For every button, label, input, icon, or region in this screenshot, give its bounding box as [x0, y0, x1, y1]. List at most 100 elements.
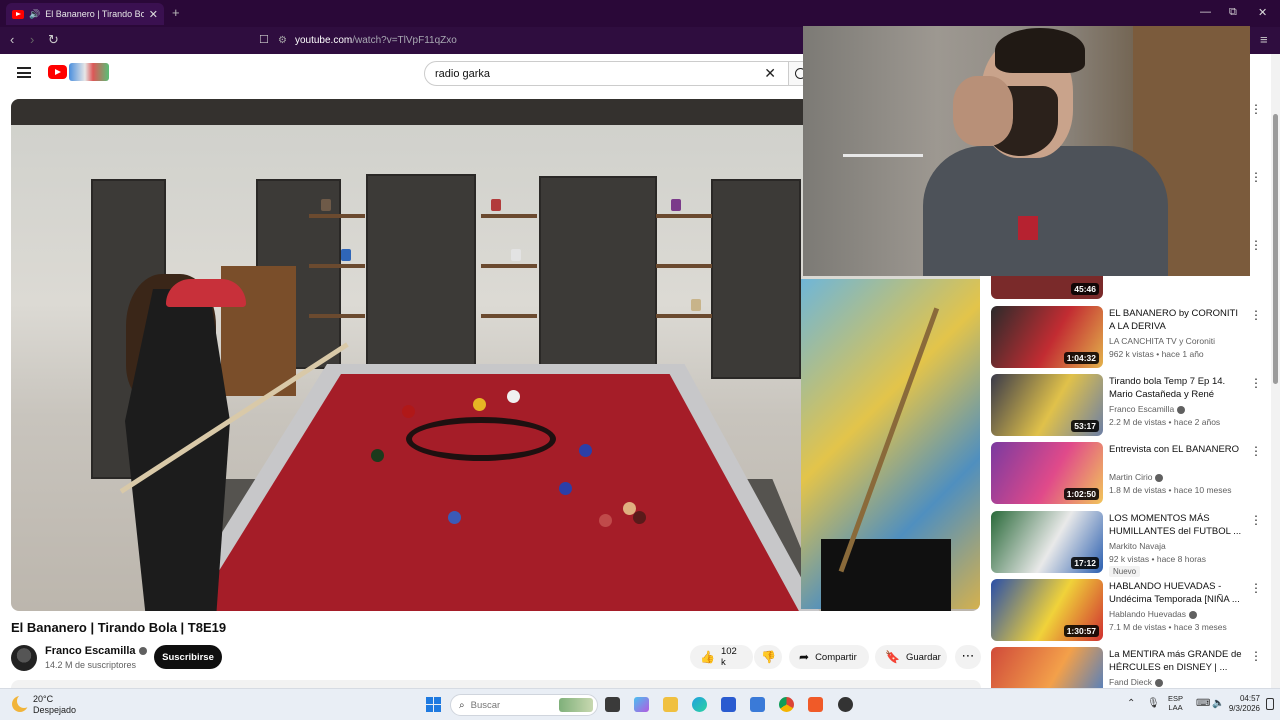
- forward-icon[interactable]: ›: [30, 32, 34, 47]
- recommendation-thumbnail[interactable]: 1:30:57: [991, 579, 1103, 641]
- recommendation-thumbnail[interactable]: 45:46: [991, 272, 1103, 299]
- recommendation-menu-icon[interactable]: ⋮: [1250, 376, 1262, 390]
- video-collectible: [511, 249, 521, 261]
- restore-button[interactable]: ⧉: [1229, 6, 1237, 19]
- channel-avatar[interactable]: [11, 645, 37, 671]
- recommendation-item[interactable]: 1:04:32 EL BANANERO by CORONITI A LA DERI…: [991, 306, 1271, 368]
- reload-icon[interactable]: ↻: [48, 32, 59, 48]
- recommendation-title[interactable]: Tirando bola Temp 7 Ep 14. Mario Castañe…: [1109, 376, 1245, 401]
- recommendation-thumbnail[interactable]: 53:17: [991, 374, 1103, 436]
- tray-overflow-icon[interactable]: ⌃: [1127, 698, 1135, 709]
- notifications-icon[interactable]: [1266, 698, 1274, 710]
- recommendation-channel[interactable]: Martin Cirio: [1109, 472, 1164, 482]
- search-input[interactable]: [435, 67, 755, 80]
- scrollbar-thumb[interactable]: [1273, 114, 1278, 384]
- recommendation-channel[interactable]: Franco Escamilla: [1109, 404, 1186, 414]
- microphone-icon[interactable]: 🎙: [1147, 698, 1160, 709]
- browser-menu-icon[interactable]: ≡: [1260, 32, 1268, 47]
- search-highlight-icon: [559, 698, 593, 712]
- channel-name[interactable]: Franco Escamilla: [45, 645, 147, 657]
- video-pool-ball: [579, 444, 592, 457]
- weather-condition[interactable]: Despejado: [33, 705, 76, 715]
- recommendation-title[interactable]: La MENTIRA más GRANDE de HÉRCULES en DIS…: [1109, 649, 1245, 674]
- recommendation-menu-icon[interactable]: ⋮: [1250, 513, 1262, 527]
- recommendation-menu-icon[interactable]: ⋮: [1250, 308, 1262, 322]
- video-shelf: [656, 314, 712, 318]
- taskbar-search-input[interactable]: [470, 699, 551, 711]
- scrollbar[interactable]: [1271, 54, 1280, 694]
- share-button[interactable]: ➦ Compartir: [789, 645, 869, 669]
- subscribe-button[interactable]: Suscribirse: [154, 645, 222, 669]
- verified-icon: [1155, 473, 1164, 482]
- recommendation-channel[interactable]: Hablando Huevadas: [1109, 609, 1198, 619]
- copilot-icon[interactable]: [634, 697, 649, 712]
- recommendation-item[interactable]: 1:30:57 HABLANDO HUEVADAS - Undécima Temp…: [991, 579, 1271, 641]
- brave-icon[interactable]: [808, 697, 823, 712]
- recommendation-title[interactable]: HABLANDO HUEVADAS - Undécima Temporada […: [1109, 581, 1245, 606]
- moon-weather-icon[interactable]: [12, 694, 31, 712]
- chrome-icon[interactable]: [779, 697, 794, 712]
- search-icon: ⌕: [459, 699, 465, 711]
- tab-close-icon[interactable]: ✕: [149, 8, 158, 21]
- edge-icon[interactable]: [692, 697, 707, 712]
- youtube-doodle-icon[interactable]: [69, 63, 109, 81]
- verified-icon: [1189, 610, 1198, 619]
- mail-icon[interactable]: [750, 697, 765, 712]
- taskbar-search[interactable]: ⌕: [450, 694, 598, 716]
- recommendation-item[interactable]: 1:02:50 Entrevista con EL BANANERO Martin …: [991, 442, 1271, 504]
- browser-tab-active[interactable]: 🔊 El Bananero | Tirando Bola | T ✕: [6, 3, 164, 25]
- search-box[interactable]: ✕: [424, 61, 789, 86]
- recommendation-channel[interactable]: Fand Dieck: [1109, 677, 1163, 687]
- recommendation-menu-icon[interactable]: ⋮: [1250, 444, 1262, 458]
- site-info-icon[interactable]: ⚙: [278, 35, 287, 46]
- webcam-person-hair: [995, 28, 1085, 73]
- recommendation-thumbnail[interactable]: 1:02:50: [991, 442, 1103, 504]
- description-box[interactable]: [11, 680, 981, 688]
- video-title: El Bananero | Tirando Bola | T8E19: [11, 620, 227, 635]
- bookmark-icon[interactable]: ☐: [259, 33, 269, 46]
- store-icon[interactable]: [721, 697, 736, 712]
- recommendation-thumbnail[interactable]: 1:04:32: [991, 306, 1103, 368]
- file-explorer-icon[interactable]: [663, 697, 678, 712]
- obs-icon[interactable]: [838, 697, 853, 712]
- volume-icon[interactable]: 🔈: [1212, 698, 1224, 709]
- sidebar-kebab-icon[interactable]: ⋮: [1250, 170, 1262, 184]
- more-actions-button[interactable]: ⋯: [955, 645, 981, 669]
- webcam-person-hand: [953, 76, 1013, 146]
- save-button[interactable]: 🔖 Guardar: [875, 645, 947, 669]
- recommendation-item[interactable]: 53:17 Tirando bola Temp 7 Ep 14. Mario Ca…: [991, 374, 1271, 436]
- recommendation-menu-icon[interactable]: ⋮: [1250, 649, 1262, 663]
- new-tab-button[interactable]: +: [172, 5, 180, 20]
- start-button-icon[interactable]: [426, 697, 441, 712]
- close-window-button[interactable]: ✕: [1258, 6, 1267, 19]
- wifi-icon[interactable]: ⌨: [1196, 698, 1210, 709]
- task-view-icon[interactable]: [605, 697, 620, 712]
- recommendation-title[interactable]: Entrevista con EL BANANERO: [1109, 444, 1245, 457]
- recommendation-item[interactable]: 17:12 LOS MOMENTOS MÁS HUMILLANTES del FU…: [991, 511, 1271, 577]
- webcam-overlay: [803, 26, 1250, 276]
- sidebar-kebab-icon[interactable]: ⋮: [1250, 238, 1262, 252]
- sidebar-kebab-icon[interactable]: ⋮: [1250, 102, 1262, 116]
- video-shelf: [309, 314, 365, 318]
- back-icon[interactable]: ‹: [10, 32, 14, 47]
- recommendation-partial[interactable]: 45:46: [991, 272, 1271, 299]
- audio-playing-icon[interactable]: 🔊: [29, 9, 40, 20]
- recommendation-menu-icon[interactable]: ⋮: [1250, 581, 1262, 595]
- clear-search-icon[interactable]: ✕: [764, 65, 776, 82]
- url-field[interactable]: ⚙ youtube.com/watch?v=TlVpF11qZxo: [278, 31, 778, 50]
- youtube-logo-icon[interactable]: [48, 65, 67, 79]
- dislike-button[interactable]: 👎: [754, 645, 782, 669]
- language-indicator[interactable]: ESP LAA: [1168, 694, 1183, 712]
- recommendation-channel[interactable]: Markito Navaja: [1109, 541, 1166, 551]
- temperature[interactable]: 20°C: [33, 694, 53, 704]
- recommendation-title[interactable]: EL BANANERO by CORONITI A LA DERIVA: [1109, 308, 1245, 333]
- guide-menu-icon[interactable]: [17, 67, 31, 78]
- recommendation-channel[interactable]: LA CANCHITA TV y Coroniti: [1109, 336, 1215, 346]
- like-button[interactable]: 👍 102 k: [690, 645, 753, 669]
- recommendation-thumbnail[interactable]: 17:12: [991, 511, 1103, 573]
- video-collectible: [671, 199, 681, 211]
- clock[interactable]: 04:57 9/3/2026: [1224, 694, 1260, 714]
- recommendation-title[interactable]: LOS MOMENTOS MÁS HUMILLANTES del FUTBOL …: [1109, 513, 1245, 538]
- save-label: Guardar: [905, 651, 941, 663]
- minimize-button[interactable]: —: [1200, 6, 1211, 18]
